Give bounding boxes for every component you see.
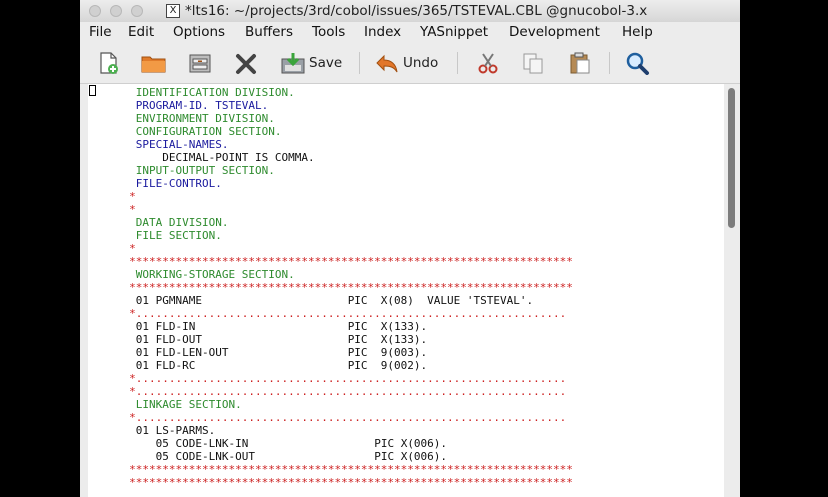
search-icon [626, 52, 649, 75]
toolbar-separator [609, 52, 610, 74]
menu-edit[interactable]: Edit [128, 24, 154, 40]
copy-button[interactable] [520, 50, 546, 76]
undo-label: Undo [403, 55, 439, 71]
save-icon [281, 53, 305, 74]
cut-button[interactable] [475, 50, 501, 76]
code-editor[interactable]: IDENTIFICATION DIVISION. PROGRAM-ID. TSTE… [88, 84, 724, 497]
code-line: * [129, 190, 136, 203]
menu-index[interactable]: Index [364, 24, 401, 40]
save-label: Save [309, 55, 343, 71]
undo-arrow-icon [376, 54, 398, 73]
code-line: 05 CODE-LNK-OUT PIC X(006). [155, 450, 448, 463]
code-line: DECIMAL-POINT IS COMMA. [162, 151, 315, 164]
code-line: CONFIGURATION SECTION. [135, 125, 282, 138]
code-line: FILE-CONTROL. [135, 177, 222, 190]
menu-help[interactable]: Help [622, 24, 653, 40]
code-line: *.......................................… [129, 385, 567, 398]
new-file-icon [100, 52, 118, 74]
code-line: *.......................................… [129, 372, 567, 385]
code-line: 01 FLD-OUT PIC X(133). [135, 333, 428, 346]
code-line: ENVIRONMENT DIVISION. [135, 112, 275, 125]
menu-buffers[interactable]: Buffers [245, 24, 293, 40]
code-line: 01 PGMNAME PIC X(08) VALUE 'TSTEVAL'. [135, 294, 534, 307]
code-line: * [129, 242, 136, 255]
code-line: PROGRAM-ID. TSTEVAL. [135, 99, 269, 112]
menu-yasnippet[interactable]: YASnippet [420, 24, 488, 40]
code-line: 05 CODE-LNK-IN PIC X(006). [155, 437, 448, 450]
zoom-window-icon[interactable] [131, 5, 143, 17]
toolbar-separator [359, 52, 360, 74]
code-line: ****************************************… [129, 255, 573, 268]
emacs-window: X *lts16: ~/projects/3rd/cobol/issues/36… [80, 0, 740, 497]
file-cabinet-icon [189, 54, 211, 73]
close-window-icon[interactable] [89, 5, 101, 17]
kill-buffer-button[interactable] [233, 50, 259, 76]
menu-tools[interactable]: Tools [312, 24, 345, 40]
save-button[interactable]: Save [280, 50, 342, 76]
code-line: ****************************************… [129, 463, 573, 476]
emacs-app-icon: X [166, 4, 180, 18]
search-button[interactable] [625, 50, 651, 76]
clipboard-icon [570, 52, 590, 74]
text-cursor [89, 85, 96, 96]
close-icon [236, 54, 256, 74]
minimize-window-icon[interactable] [110, 5, 122, 17]
folder-icon [141, 56, 166, 73]
dired-button[interactable] [187, 50, 213, 76]
code-line: *.......................................… [129, 411, 567, 424]
code-line: FILE SECTION. [135, 229, 222, 242]
code-line: ****************************************… [129, 281, 573, 294]
toolbar: Save Undo [80, 42, 740, 84]
menu-file[interactable]: File [89, 24, 112, 40]
scrollbar-thumb[interactable] [728, 88, 735, 228]
window-title: *lts16: ~/projects/3rd/cobol/issues/365/… [185, 3, 648, 19]
title-bar[interactable]: X *lts16: ~/projects/3rd/cobol/issues/36… [80, 0, 740, 22]
undo-button[interactable]: Undo [374, 50, 438, 76]
code-line: 01 LS-PARMS. [135, 424, 216, 437]
code-line: DATA DIVISION. [135, 216, 229, 229]
vertical-scrollbar[interactable] [724, 84, 740, 497]
toolbar-separator [457, 52, 458, 74]
paste-button[interactable] [567, 50, 593, 76]
code-line: 01 FLD-RC PIC 9(002). [135, 359, 428, 372]
code-line: * [129, 203, 136, 216]
code-line: IDENTIFICATION DIVISION. [135, 86, 295, 99]
code-line: 01 FLD-IN PIC X(133). [135, 320, 428, 333]
code-line: ****************************************… [129, 476, 573, 489]
new-file-button[interactable] [96, 50, 120, 76]
code-line: 01 FLD-LEN-OUT PIC 9(003). [135, 346, 428, 359]
open-file-button[interactable] [140, 50, 168, 76]
menu-bar: File Edit Options Buffers Tools Index YA… [80, 22, 740, 42]
code-line: SPECIAL-NAMES. [135, 138, 229, 151]
menu-development[interactable]: Development [509, 24, 600, 40]
code-line: WORKING-STORAGE SECTION. [135, 268, 295, 281]
code-line: LINKAGE SECTION. [135, 398, 242, 411]
code-line: *.......................................… [129, 307, 567, 320]
menu-options[interactable]: Options [173, 24, 225, 40]
scissors-icon [478, 53, 498, 74]
copy-icon [523, 53, 543, 74]
code-line: INPUT-OUTPUT SECTION. [135, 164, 275, 177]
